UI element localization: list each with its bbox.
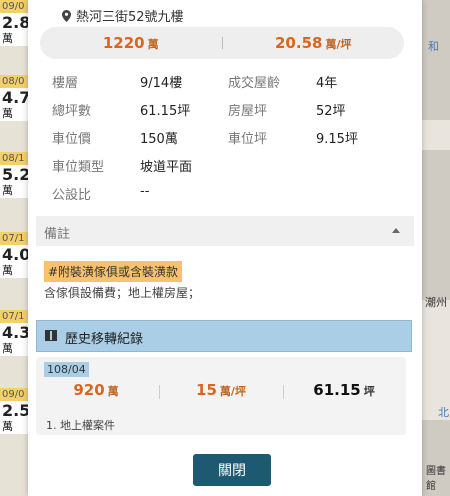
price-marker[interactable]: 08/0 4.7 萬 [0,75,30,121]
remark-tag: #附裝潢傢俱或含裝潢款 [44,261,183,282]
divider [159,385,160,399]
detail-value: 9/14樓 [140,76,183,91]
close-button[interactable]: 關閉 [193,454,271,486]
detail-value: -- [140,184,150,199]
history-date: 108/04 [44,362,89,377]
history-title: 歷史移轉紀錄 [65,332,144,347]
map-label: 和 [428,40,439,53]
detail-grid: 樓層 9/14樓 成交屋齡 4年 總坪數 61.15坪 房屋坪 52坪 車位價 … [52,72,392,212]
detail-row: 總坪數 61.15坪 房屋坪 52坪 [52,100,392,128]
history-header[interactable]: 歷史移轉紀錄 [36,320,412,352]
price-marker[interactable]: 07/1 4.0 萬 [0,232,30,278]
transaction-detail-modal: 熱河三街52號九樓 1220 萬 20.58 萬/坪 樓層 9/14樓 成交屋齡 4… [28,0,422,496]
map-label: 北 [438,406,449,419]
detail-value: 52坪 [316,104,346,119]
unit-price: 20.58 萬/坪 [275,34,352,52]
address-line: 熱河三街52號九樓 [62,6,184,25]
detail-value: 61.15坪 [140,104,191,119]
detail-row: 公設比 -- [52,184,392,212]
detail-row: 車位價 150萬 車位坪 9.15坪 [52,128,392,156]
history-area: 61.15 坪 [313,381,375,399]
price-marker[interactable]: 09/0 2.8 萬 [0,0,30,46]
detail-label: 總坪數 [52,104,92,119]
history-record: 108/04 920 萬 15 萬/坪 61.15 坪 1. 地上權案件 [36,357,406,435]
map-label: 潮州 [425,296,447,309]
detail-label: 樓層 [52,76,79,91]
detail-row: 車位類型 坡道平面 [52,156,392,184]
total-price: 1220 萬 [102,34,159,52]
detail-label: 車位類型 [52,160,105,175]
book-icon [45,330,57,341]
detail-value: 150萬 [140,132,178,147]
detail-label: 房屋坪 [228,104,268,119]
price-marker[interactable]: 07/1 4.3 萬 [0,310,30,356]
map-label: 圖書館 [426,466,446,492]
remark-note: 含傢俱設備費；地上權房屋； [44,286,201,300]
detail-value: 坡道平面 [140,160,193,175]
price-summary: 1220 萬 20.58 萬/坪 [40,27,404,59]
detail-label: 車位坪 [228,132,268,147]
detail-label: 公設比 [52,188,92,203]
price-marker[interactable]: 08/1 5.2 萬 [0,152,30,198]
detail-value: 9.15坪 [316,132,358,147]
detail-label: 成交屋齡 [228,76,281,91]
price-marker[interactable]: 09/0 2.5 萬 [0,388,30,434]
remark-toggle[interactable]: 備註 [36,216,414,246]
location-pin-icon [62,9,71,22]
history-unit-price: 15 萬/坪 [196,381,246,399]
price-marker-strip: 09/0 2.8 萬 08/0 4.7 萬 08/1 5.2 萬 07/1 4.… [0,0,30,496]
detail-value: 4年 [316,76,338,91]
detail-row: 樓層 9/14樓 成交屋齡 4年 [52,72,392,100]
address-text: 熱河三街52號九樓 [76,10,184,25]
remark-label: 備註 [44,227,71,242]
history-note: 1. 地上權案件 [46,419,115,432]
chevron-up-icon [392,228,400,233]
history-total: 920 萬 [73,381,119,399]
detail-label: 車位價 [52,132,92,147]
